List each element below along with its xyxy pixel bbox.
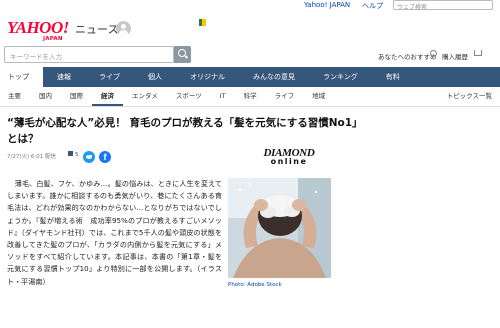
comment-icon[interactable]	[68, 151, 73, 156]
category-local[interactable]: 地域	[303, 87, 334, 106]
shampoo-photo	[228, 178, 331, 278]
beginner-mark-icon	[199, 19, 206, 26]
article-photo[interactable]	[228, 178, 331, 278]
utility-bar: Yahoo! JAPAN ヘルプ ウェブ検索	[0, 0, 500, 13]
main-nav: トップ 速報 ライブ 個人 オリジナル みんなの意見 ランキング 有料	[0, 67, 500, 87]
category-it[interactable]: IT	[211, 87, 235, 106]
category-science[interactable]: 科学	[235, 87, 266, 106]
tab-paid[interactable]: 有料	[372, 67, 414, 87]
article-body: 薄毛、白髪、フケ、かゆみ…。髪の悩みは、ときに人生を変えてしまいます。誰かに相談…	[7, 179, 222, 286]
tab-opinions[interactable]: みんなの意見	[239, 67, 309, 87]
category-entertainment[interactable]: エンタメ	[123, 87, 167, 106]
avatar[interactable]	[116, 21, 131, 36]
article-meta: 7/27(火) 6:01 配信	[7, 154, 56, 160]
tab-individual[interactable]: 個人	[134, 67, 176, 87]
purchase-history-link[interactable]: 購入履歴	[442, 51, 468, 61]
facebook-share-icon[interactable]: f	[99, 151, 111, 163]
category-economy[interactable]: 経済	[92, 87, 123, 106]
article-title: “薄毛が心配な人”必見！ 育毛のプロが教える「髪を元気にする習慣No1」とは？	[7, 117, 363, 145]
category-life[interactable]: ライフ	[266, 87, 304, 106]
recommend-link[interactable]: あなたへのおすすめ	[378, 51, 437, 61]
yahoo-logo-sub: JAPAN	[43, 36, 63, 42]
category-domestic[interactable]: 国内	[30, 87, 61, 106]
gear-icon[interactable]	[430, 50, 437, 57]
tab-live[interactable]: ライブ	[85, 67, 134, 87]
category-nav: 主要 国内 国際 経済 エンタメ スポーツ IT 科学 ライフ 地域 トピックス…	[0, 87, 500, 107]
search-icon[interactable]	[174, 46, 191, 63]
publisher-logo[interactable]: DIAMOND online	[262, 147, 316, 166]
twitter-share-icon[interactable]	[83, 151, 95, 163]
tab-breaking[interactable]: 速報	[43, 67, 85, 87]
tab-original[interactable]: オリジナル	[176, 67, 239, 87]
comment-count[interactable]: 5	[75, 152, 79, 158]
service-name[interactable]: ニュース	[75, 21, 118, 37]
topics-list-link[interactable]: トピックス一覧	[447, 87, 492, 106]
search-row: キーワードを入力 あなたへのおすすめ 購入履歴	[0, 44, 500, 66]
photo-caption: Photo: Adobe Stock	[228, 282, 282, 288]
cart-icon[interactable]	[474, 50, 482, 56]
category-sports[interactable]: スポーツ	[167, 87, 211, 106]
site-header: YAHOO! JAPAN ニュース	[0, 13, 500, 43]
help-link[interactable]: ヘルプ	[362, 1, 383, 11]
category-main[interactable]: 主要	[0, 87, 30, 106]
yahoo-japan-link[interactable]: Yahoo! JAPAN	[304, 1, 350, 9]
web-search-input[interactable]: ウェブ検索	[393, 0, 493, 11]
search-input[interactable]: キーワードを入力	[4, 46, 174, 63]
yahoo-logo[interactable]: YAHOO!	[7, 18, 69, 38]
category-international[interactable]: 国際	[61, 87, 92, 106]
tab-ranking[interactable]: ランキング	[309, 67, 372, 87]
tab-top[interactable]: トップ	[0, 67, 43, 87]
